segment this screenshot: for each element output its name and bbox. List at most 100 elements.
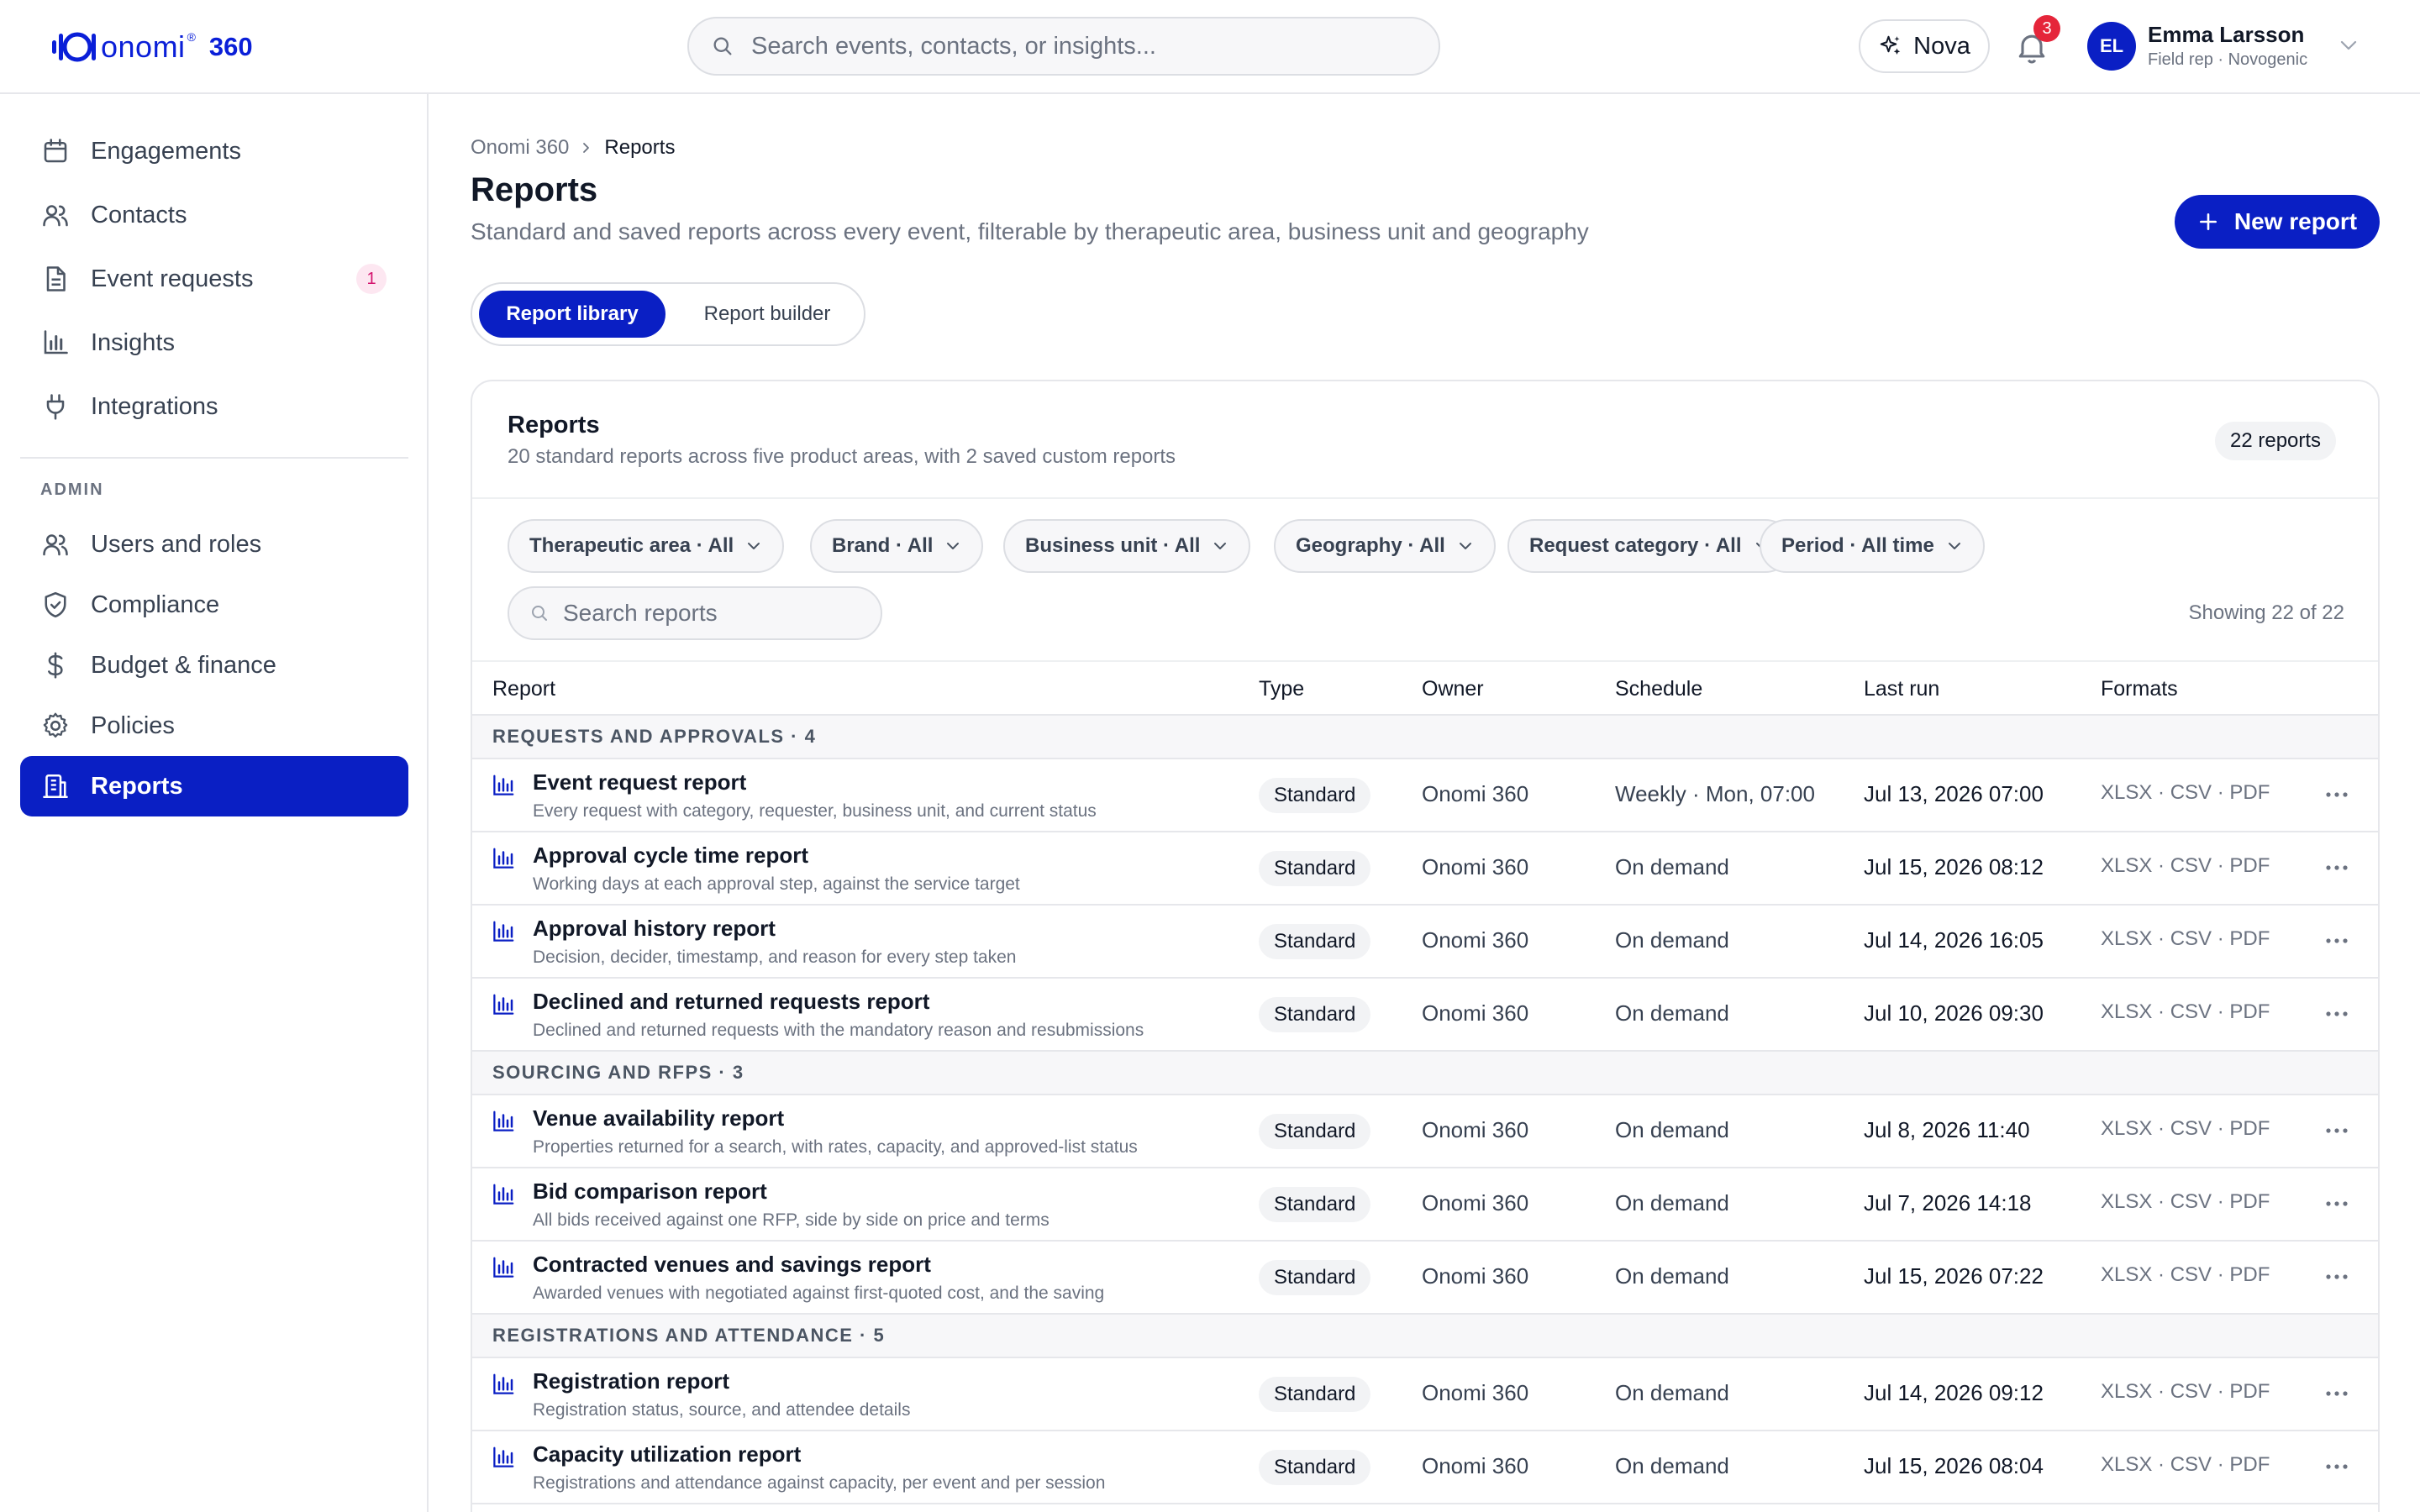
- table-row[interactable]: Declined and returned requests report Dec…: [472, 979, 2378, 1052]
- sidebar-item-event-requests[interactable]: Event requests 1: [20, 249, 408, 309]
- report-name[interactable]: Registration report: [533, 1368, 729, 1394]
- more-options-icon[interactable]: [2323, 1004, 2351, 1024]
- more-options-icon[interactable]: [2323, 858, 2351, 878]
- event-requests-count-badge: 1: [356, 264, 387, 294]
- report-description: Decision, decider, timestamp, and reason…: [533, 948, 1017, 967]
- report-last-run: Jul 15, 2026 08:04: [1864, 1453, 2044, 1478]
- user-name[interactable]: Emma Larsson: [2148, 22, 2304, 48]
- column-header-formats[interactable]: Formats: [2101, 662, 2178, 716]
- new-report-button[interactable]: New report: [2175, 195, 2380, 249]
- admin-section-label: ADMIN: [40, 480, 104, 499]
- sidebar-item-label: Engagements: [91, 137, 241, 165]
- report-type-badge: Standard: [1259, 1377, 1371, 1412]
- more-options-icon[interactable]: [2323, 931, 2351, 951]
- filter-period[interactable]: Period · All time: [1760, 519, 1985, 573]
- sidebar-item-budget-and-finance[interactable]: Budget & finance: [20, 635, 408, 696]
- filter-request-category[interactable]: Request category · All: [1507, 519, 1792, 573]
- global-search[interactable]: [687, 17, 1440, 76]
- sidebar-item-reports[interactable]: Reports: [20, 756, 408, 816]
- sidebar-item-label: Reports: [91, 772, 183, 800]
- filter-business-unit[interactable]: Business unit · All: [1003, 519, 1251, 573]
- report-last-run: Jul 15, 2026 08:12: [1864, 854, 2044, 879]
- user-avatar[interactable]: EL: [2087, 22, 2136, 71]
- report-type-badge: Standard: [1259, 778, 1371, 813]
- column-header-schedule[interactable]: Schedule: [1615, 662, 1702, 716]
- filter-brand[interactable]: Brand · All: [810, 519, 984, 573]
- sidebar-item-label: Policies: [91, 711, 175, 739]
- sidebar-item-insights[interactable]: Insights: [20, 312, 408, 373]
- table-group-header: REGISTRATIONS AND ATTENDANCE · 5: [472, 1315, 2378, 1358]
- plus-icon: [2199, 213, 2217, 230]
- report-formats: XLSX · CSV · PDF: [2101, 1453, 2270, 1476]
- table-row[interactable]: Registration report Registration status, …: [472, 1358, 2378, 1431]
- report-name[interactable]: Bid comparison report: [533, 1179, 767, 1205]
- sidebar-item-integrations[interactable]: Integrations: [20, 376, 408, 437]
- sidebar-item-label: Contacts: [91, 201, 187, 228]
- report-type-badge: Standard: [1259, 924, 1371, 959]
- report-formats: XLSX · CSV · PDF: [2101, 927, 2270, 950]
- report-name[interactable]: Event request report: [533, 769, 746, 795]
- onomi-logo-mark-icon: [52, 32, 96, 62]
- building-icon: [43, 774, 68, 799]
- document-icon: [46, 266, 66, 291]
- tab-report-builder[interactable]: Report builder: [679, 291, 855, 338]
- chevron-down-icon[interactable]: [2338, 37, 2360, 54]
- sidebar-item-compliance[interactable]: Compliance: [20, 575, 408, 635]
- column-header-last-run[interactable]: Last run: [1864, 662, 1939, 716]
- report-chart-icon: [493, 1257, 514, 1278]
- report-chart-icon: [493, 1373, 514, 1394]
- table-row[interactable]: Event request report Every request with c…: [472, 759, 2378, 832]
- card-title: Reports: [508, 412, 600, 438]
- sidebar-item-contacts[interactable]: Contacts: [20, 185, 408, 245]
- nova-button[interactable]: Nova: [1859, 19, 1990, 73]
- chevron-down-icon: [1948, 543, 1960, 549]
- users-icon: [43, 205, 68, 227]
- filter-label: Period · All time: [1781, 534, 1934, 557]
- more-options-icon[interactable]: [2323, 1194, 2351, 1214]
- report-search-input[interactable]: [563, 600, 865, 627]
- sidebar-item-label: Compliance: [91, 591, 220, 618]
- breadcrumb-root[interactable]: Onomi 360: [471, 136, 569, 160]
- report-schedule: On demand: [1615, 1380, 1729, 1405]
- sidebar-item-label: Event requests: [91, 265, 254, 292]
- more-options-icon[interactable]: [2323, 1121, 2351, 1141]
- table-row[interactable]: Approval history report Decision, decider…: [472, 906, 2378, 979]
- report-name[interactable]: Approval cycle time report: [533, 843, 808, 869]
- table-row[interactable]: Capacity utilization report Registrations…: [472, 1431, 2378, 1504]
- filter-geography[interactable]: Geography · All: [1274, 519, 1496, 573]
- more-options-icon[interactable]: [2323, 785, 2351, 805]
- column-header-owner[interactable]: Owner: [1422, 662, 1484, 716]
- sidebar-item-engagements[interactable]: Engagements: [20, 121, 408, 181]
- column-header-report[interactable]: Report: [492, 662, 555, 716]
- logo-suffix: 360: [208, 32, 253, 61]
- global-search-input[interactable]: [751, 32, 1407, 60]
- report-formats: XLSX · CSV · PDF: [2101, 1000, 2270, 1023]
- report-last-run: Jul 10, 2026 09:30: [1864, 1000, 2044, 1026]
- more-options-icon[interactable]: [2323, 1457, 2351, 1477]
- report-name[interactable]: Capacity utilization report: [533, 1441, 801, 1467]
- sidebar-item-users-and-roles[interactable]: Users and roles: [20, 514, 408, 575]
- report-name[interactable]: Contracted venues and savings report: [533, 1252, 931, 1278]
- report-name[interactable]: Approval history report: [533, 916, 776, 942]
- report-owner: Onomi 360: [1422, 927, 1529, 953]
- onomi-logo[interactable]: onomi ® 360: [49, 25, 253, 69]
- sidebar-item-policies[interactable]: Policies: [20, 696, 408, 756]
- report-search[interactable]: [508, 586, 882, 640]
- sidebar-item-label: Insights: [91, 328, 175, 356]
- column-header-type[interactable]: Type: [1259, 662, 1304, 716]
- report-description: Working days at each approval step, agai…: [533, 874, 1020, 894]
- report-name[interactable]: Declined and returned requests report: [533, 989, 929, 1015]
- table-group-header: REQUESTS AND APPROVALS · 4: [472, 716, 2378, 759]
- report-formats: XLSX · CSV · PDF: [2101, 1117, 2270, 1140]
- more-options-icon[interactable]: [2323, 1383, 2351, 1404]
- table-row[interactable]: Approval cycle time report Working days a…: [472, 832, 2378, 906]
- tab-report-library[interactable]: Report library: [479, 291, 666, 338]
- logo-registered: ®: [187, 30, 196, 44]
- table-row[interactable]: Venue availability report Properties retu…: [472, 1095, 2378, 1168]
- filter-therapeutic-area[interactable]: Therapeutic area · All: [508, 519, 785, 573]
- table-row[interactable]: Bid comparison report All bids received a…: [472, 1168, 2378, 1242]
- report-name[interactable]: Venue availability report: [533, 1105, 784, 1131]
- report-type-badge: Standard: [1259, 851, 1371, 886]
- more-options-icon[interactable]: [2323, 1267, 2351, 1287]
- table-row[interactable]: Contracted venues and savings report Awar…: [472, 1242, 2378, 1315]
